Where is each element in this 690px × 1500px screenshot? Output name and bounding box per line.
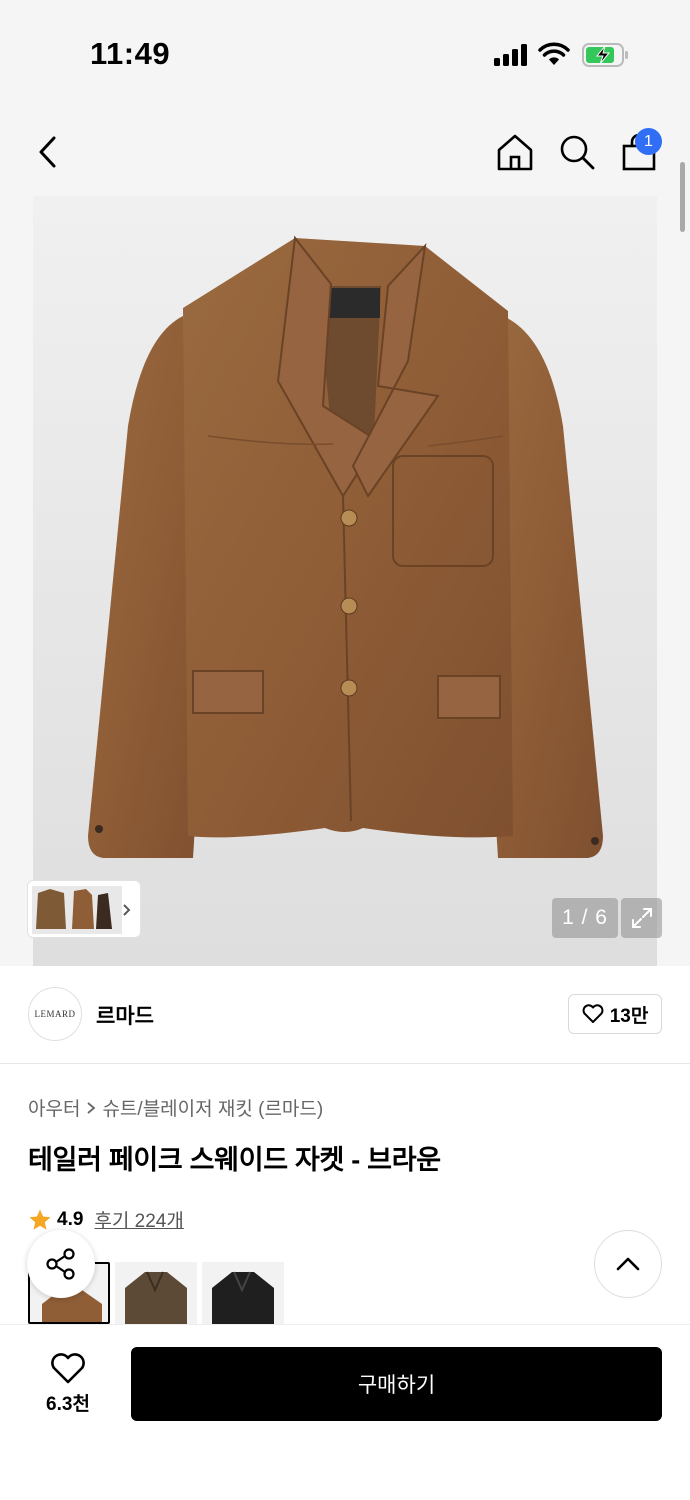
wishlist-count: 6.3천 [46, 1393, 90, 1415]
cart-count-badge: 1 [635, 128, 662, 155]
product-image-gallery[interactable] [0, 196, 690, 966]
search-button[interactable] [555, 130, 599, 174]
brand-like-count: 13만 [609, 1005, 649, 1027]
color-swatch-image [125, 1271, 187, 1324]
brand-name[interactable]: 르마드 [96, 1000, 154, 1030]
breadcrumb: 아우터 슈트/블레이저 재킷 (르마드) [28, 1094, 323, 1121]
rating-summary[interactable]: 4.9 후기 224개 [28, 1206, 184, 1233]
share-button[interactable] [27, 1230, 95, 1298]
chevron-up-icon [616, 1257, 640, 1271]
expand-icon [631, 908, 652, 928]
star-icon [29, 1209, 51, 1230]
chevron-left-icon [39, 136, 56, 168]
image-counter: 1 / 6 [552, 898, 618, 938]
product-image [33, 196, 657, 966]
chevron-right-icon [87, 1101, 96, 1114]
wifi-icon [538, 42, 570, 65]
breadcrumb-subcategory[interactable]: 슈트/블레이저 재킷 (르마드) [102, 1094, 323, 1121]
scroll-to-top-button[interactable] [594, 1230, 662, 1298]
color-swatch-image [212, 1271, 274, 1324]
heart-icon [582, 1004, 604, 1023]
review-count-link[interactable]: 후기 224개 [94, 1206, 183, 1233]
product-title: 테일러 페이크 스웨이드 자켓 - 브라운 [28, 1145, 441, 1175]
status-bar: 11:49 [0, 0, 690, 110]
color-option-olive[interactable] [115, 1262, 197, 1324]
color-option-black[interactable] [202, 1262, 284, 1324]
back-button[interactable] [28, 130, 68, 174]
page-scroll-indicator[interactable] [680, 162, 685, 232]
share-icon [46, 1248, 75, 1280]
home-button[interactable] [493, 130, 537, 174]
cellular-signal-icon [494, 44, 527, 66]
buy-button[interactable]: 구매하기 [131, 1347, 662, 1421]
status-time: 11:49 [90, 36, 171, 71]
search-icon [560, 135, 595, 170]
breadcrumb-category[interactable]: 아우터 [28, 1094, 80, 1121]
heart-icon [51, 1352, 85, 1383]
home-icon [497, 134, 533, 171]
thumbnail-strip[interactable] [27, 880, 141, 938]
wishlist-button[interactable]: 6.3천 [30, 1349, 106, 1419]
rating-value: 4.9 [57, 1208, 84, 1230]
brand-logo[interactable]: LEMARD [28, 987, 82, 1041]
brand-row[interactable]: LEMARD 르마드 13만 [0, 966, 690, 1064]
fullscreen-button[interactable] [621, 898, 662, 938]
brand-like-button[interactable]: 13만 [568, 994, 662, 1034]
bottom-action-bar: 6.3천 구매하기 [0, 1324, 690, 1500]
battery-charging-icon [582, 43, 628, 67]
thumbnail-image [32, 886, 131, 934]
